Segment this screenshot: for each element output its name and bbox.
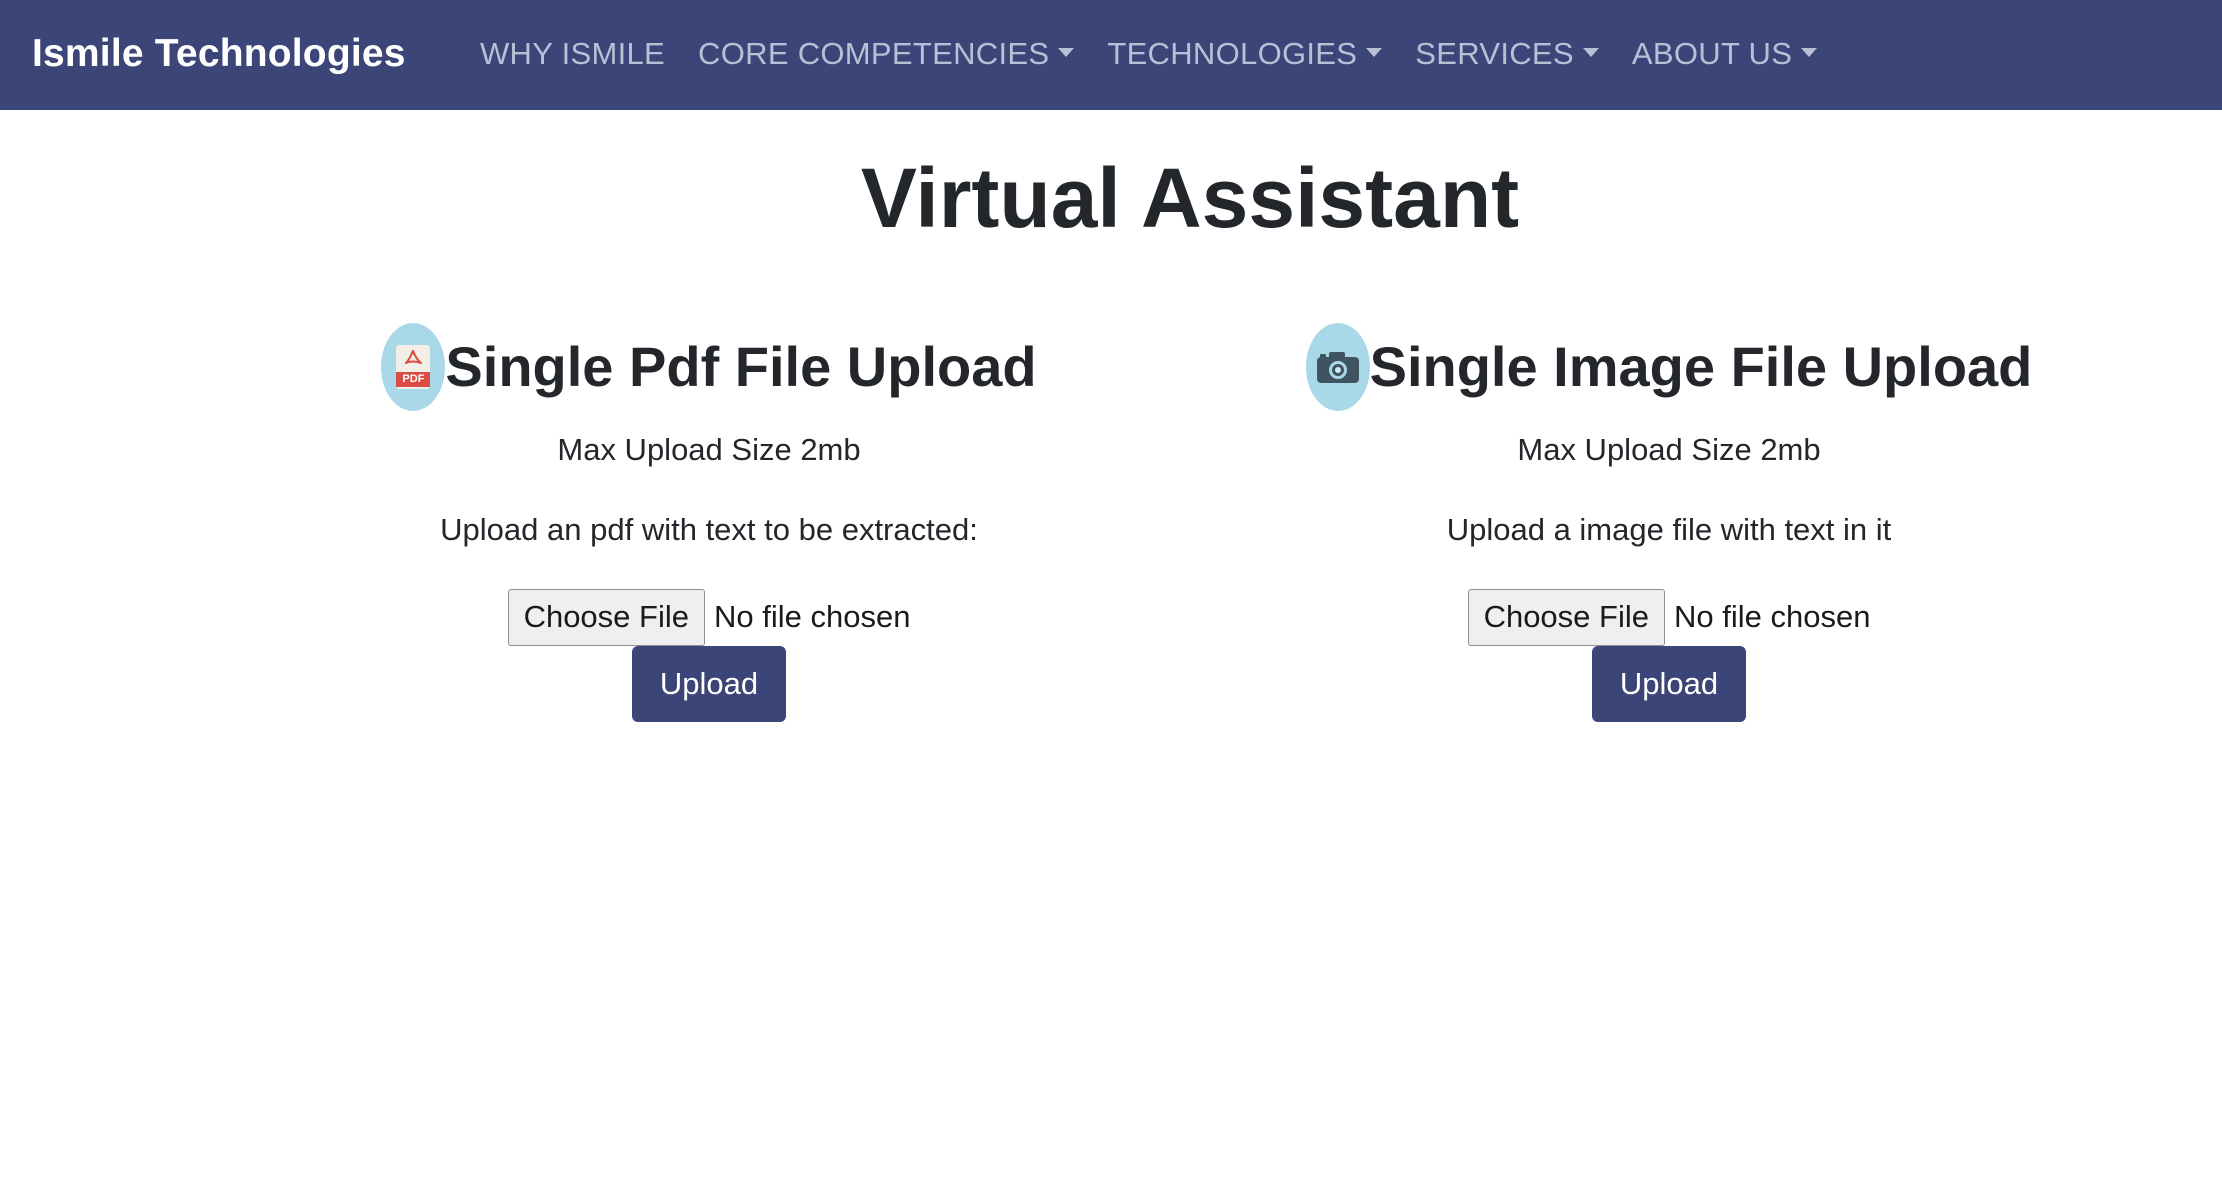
caret-down-icon [1582, 47, 1599, 57]
image-max-upload-size: Max Upload Size 2mb [1517, 432, 1821, 467]
nav-menu: WHY ISMILE CORE COMPETENCIES TECHNOLOGIE… [480, 34, 1850, 74]
caret-down-icon [1366, 47, 1383, 57]
nav-item-label: WHY ISMILE [480, 36, 666, 71]
caret-down-icon [1801, 47, 1818, 57]
image-file-input[interactable]: Choose File No file chosen [1189, 588, 2149, 646]
pdf-file-status: No file chosen [713, 599, 911, 634]
camera-icon [1305, 323, 1370, 411]
pdf-badge: PDF [396, 372, 431, 387]
pdf-upload-button[interactable]: Upload [632, 646, 786, 722]
top-navbar: Ismile Technologies WHY ISMILE CORE COMP… [0, 0, 2222, 110]
nav-item-technologies[interactable]: TECHNOLOGIES [1107, 34, 1383, 74]
pdf-upload-heading-row: PDF Single Pdf File Upload [229, 322, 1189, 412]
pdf-upload-section: PDF Single Pdf File Upload Max Upload Si… [229, 322, 1189, 722]
pdf-upload-heading: Single Pdf File Upload [445, 335, 1037, 398]
camera-glyph-icon [1316, 352, 1359, 383]
pdf-file-icon: PDF [381, 323, 446, 411]
image-choose-file-button[interactable]: Choose File [1467, 588, 1665, 646]
image-upload-heading-row: Single Image File Upload [1189, 322, 2149, 412]
nav-item-why-ismile[interactable]: WHY ISMILE [480, 34, 665, 74]
nav-item-core-competencies[interactable]: CORE COMPETENCIES [698, 34, 1075, 74]
image-upload-button[interactable]: Upload [1592, 646, 1746, 722]
image-file-status: No file chosen [1673, 599, 1871, 634]
nav-item-services[interactable]: SERVICES [1415, 34, 1599, 74]
nav-item-label: SERVICES [1415, 36, 1574, 71]
pdf-choose-file-button[interactable]: Choose File [507, 588, 705, 646]
pdf-max-upload-size: Max Upload Size 2mb [557, 432, 861, 467]
caret-down-icon [1058, 47, 1075, 57]
nav-item-label: ABOUT US [1631, 36, 1793, 71]
nav-item-about-us[interactable]: ABOUT US [1631, 34, 1818, 74]
pdf-file-input[interactable]: Choose File No file chosen [229, 588, 1189, 646]
page-title: Virtual Assistant [860, 151, 1520, 245]
image-upload-instruction: Upload a image file with text in it [1446, 512, 1892, 547]
nav-item-label: TECHNOLOGIES [1107, 36, 1358, 71]
brand-logo-text[interactable]: Ismile Technologies [32, 30, 406, 78]
image-upload-heading: Single Image File Upload [1369, 335, 2033, 398]
pdf-document-glyph: PDF [396, 345, 431, 389]
pdf-upload-instruction: Upload an pdf with text to be extracted: [440, 512, 978, 547]
acrobat-symbol-icon [405, 350, 423, 364]
nav-item-label: CORE COMPETENCIES [698, 36, 1050, 71]
image-upload-section: Single Image File Upload Max Upload Size… [1189, 322, 2149, 722]
